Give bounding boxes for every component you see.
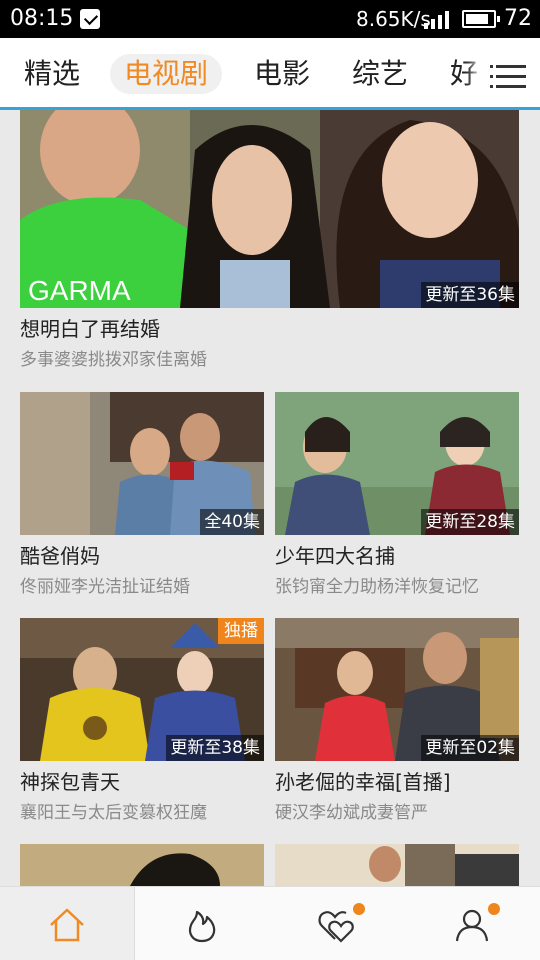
featured-card[interactable]: GARMA 更新至36集 想明白了再结婚 多事婆婆挑拨邓家佳离婚 bbox=[20, 110, 520, 372]
show-title: 酷爸俏妈 bbox=[20, 544, 100, 568]
featured-thumbnail[interactable]: GARMA 更新至36集 bbox=[20, 110, 519, 308]
tab-variety[interactable]: 综艺 bbox=[352, 54, 408, 94]
episode-badge: 全40集 bbox=[200, 509, 264, 535]
episode-badge: 更新至36集 bbox=[421, 282, 519, 308]
show-card[interactable] bbox=[275, 844, 520, 886]
episode-badge: 更新至28集 bbox=[421, 509, 519, 535]
battery-level: 72 bbox=[504, 6, 532, 31]
episode-badge: 更新至02集 bbox=[421, 735, 519, 761]
hot-flame-icon bbox=[188, 910, 216, 943]
tab-more[interactable]: 好 bbox=[450, 54, 478, 94]
nav-profile[interactable] bbox=[405, 887, 540, 960]
show-thumbnail[interactable]: 更新至28集 bbox=[275, 392, 519, 535]
show-feed[interactable]: GARMA 更新至36集 想明白了再结婚 多事婆婆挑拨邓家佳离婚 全40集 酷爸… bbox=[0, 110, 540, 886]
battery-icon bbox=[462, 10, 500, 28]
nav-favorites[interactable] bbox=[270, 887, 405, 960]
show-card[interactable]: 全40集 酷爸俏妈 佟丽娅李光洁扯证结婚 bbox=[20, 392, 265, 597]
app-notification-icon bbox=[80, 9, 100, 29]
show-title: 神探包青天 bbox=[20, 770, 120, 794]
nav-home[interactable] bbox=[0, 887, 135, 960]
svg-text:GARMA: GARMA bbox=[28, 275, 131, 306]
show-thumbnail[interactable] bbox=[275, 844, 519, 886]
notification-dot bbox=[488, 903, 500, 915]
notification-dot bbox=[353, 903, 365, 915]
show-subtitle: 多事婆婆挑拨邓家佳离婚 bbox=[20, 350, 207, 370]
show-title: 孙老倔的幸福[首播] bbox=[275, 770, 451, 794]
show-thumbnail[interactable]: 独播 更新至38集 bbox=[20, 618, 264, 761]
show-thumbnail[interactable] bbox=[20, 844, 264, 886]
episode-badge: 更新至38集 bbox=[166, 735, 264, 761]
tab-movies[interactable]: 电影 bbox=[254, 54, 310, 94]
favorites-heart-icon bbox=[318, 911, 354, 943]
show-card[interactable]: 更新至02集 孙老倔的幸福[首播] 硬汉李幼斌成妻管严 bbox=[275, 618, 520, 823]
show-title: 想明白了再结婚 bbox=[20, 317, 160, 341]
menu-icon[interactable] bbox=[482, 38, 540, 107]
show-card[interactable] bbox=[20, 844, 265, 886]
show-card[interactable]: 独播 更新至38集 神探包青天 襄阳王与太后变篡权狂魔 bbox=[20, 618, 265, 823]
signal-icon bbox=[424, 9, 454, 29]
status-bar: 08:15 8.65K/s 72 bbox=[0, 0, 540, 38]
show-subtitle: 硬汉李幼斌成妻管严 bbox=[275, 803, 428, 823]
show-subtitle: 佟丽娅李光洁扯证结婚 bbox=[20, 577, 190, 597]
network-speed: 8.65K/s bbox=[356, 7, 431, 31]
tab-tv-series[interactable]: 电视剧 bbox=[110, 54, 223, 94]
user-profile-icon bbox=[455, 909, 489, 942]
tab-featured[interactable]: 精选 bbox=[24, 54, 80, 94]
show-title: 少年四大名捕 bbox=[275, 544, 395, 568]
home-icon bbox=[50, 908, 84, 942]
status-time: 08:15 bbox=[10, 6, 74, 31]
show-thumbnail[interactable]: 全40集 bbox=[20, 392, 264, 535]
show-subtitle: 襄阳王与太后变篡权狂魔 bbox=[20, 803, 207, 823]
nav-hot[interactable] bbox=[135, 887, 270, 960]
show-card[interactable]: 更新至28集 少年四大名捕 张钧甯全力助杨洋恢复记忆 bbox=[275, 392, 520, 597]
show-subtitle: 张钧甯全力助杨洋恢复记忆 bbox=[275, 577, 479, 597]
show-thumbnail[interactable]: 更新至02集 bbox=[275, 618, 519, 761]
bottom-navigation bbox=[0, 886, 540, 960]
category-tab-bar: 精选 电视剧 电影 综艺 好 bbox=[0, 38, 540, 110]
exclusive-tag: 独播 bbox=[218, 618, 264, 644]
